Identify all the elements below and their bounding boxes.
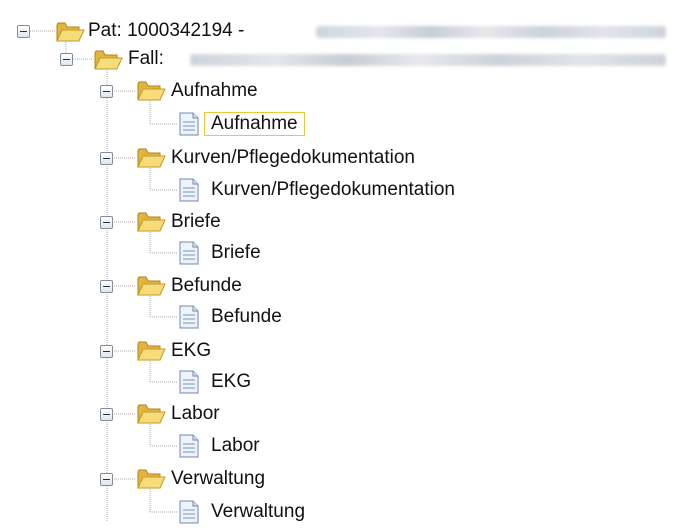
document-icon — [179, 241, 199, 265]
document-node-label[interactable]: EKG — [211, 370, 251, 394]
collapse-minus-icon[interactable] — [100, 85, 113, 98]
collapse-minus-icon[interactable] — [17, 25, 30, 38]
folder-node-label[interactable]: EKG — [171, 339, 211, 363]
open-folder-icon — [137, 276, 166, 296]
document-tree: Pat: 1000342194 - Fall: Aufnahme Aufnahm… — [0, 0, 673, 530]
tree-connector-lines — [30, 30, 178, 522]
open-folder-icon — [56, 22, 85, 42]
document-icon — [179, 370, 199, 394]
folder-node-label[interactable]: Labor — [171, 402, 220, 426]
redacted-case-info — [190, 54, 666, 66]
document-node-label[interactable]: Befunde — [211, 305, 282, 329]
open-folder-icon — [137, 212, 166, 232]
open-folder-icon — [94, 50, 123, 70]
document-node-label[interactable]: Briefe — [211, 241, 261, 265]
folder-node-label[interactable]: Kurven/Pflegedokumentation — [171, 146, 415, 170]
document-node-label[interactable]: Labor — [211, 434, 260, 458]
folder-node-label[interactable]: Befunde — [171, 274, 242, 298]
document-icon — [179, 112, 199, 136]
fall-node-label[interactable]: Fall: — [128, 47, 164, 71]
open-folder-icon — [137, 81, 166, 101]
collapse-minus-icon[interactable] — [100, 216, 113, 229]
open-folder-icon — [137, 404, 166, 424]
patient-node-label[interactable]: Pat: 1000342194 - — [88, 19, 244, 43]
document-node-label[interactable]: Kurven/Pflegedokumentation — [211, 178, 455, 202]
open-folder-icon — [137, 148, 166, 168]
folder-node-label[interactable]: Aufnahme — [171, 79, 258, 103]
redacted-patient-info — [316, 26, 666, 38]
collapse-minus-icon[interactable] — [100, 280, 113, 293]
document-icon — [179, 305, 199, 329]
folder-node-label[interactable]: Briefe — [171, 210, 221, 234]
open-folder-icon — [137, 341, 166, 361]
open-folder-icon — [137, 469, 166, 489]
document-node-label[interactable]: Verwaltung — [211, 500, 305, 524]
collapse-minus-icon[interactable] — [100, 152, 113, 165]
collapse-minus-icon[interactable] — [100, 473, 113, 486]
collapse-minus-icon[interactable] — [100, 408, 113, 421]
selected-document-node-label[interactable]: Aufnahme — [204, 112, 305, 136]
collapse-minus-icon[interactable] — [100, 345, 113, 358]
document-icon — [179, 500, 199, 524]
document-icon — [179, 434, 199, 458]
collapse-minus-icon[interactable] — [60, 53, 73, 66]
folder-node-label[interactable]: Verwaltung — [171, 467, 265, 491]
document-icon — [179, 178, 199, 202]
